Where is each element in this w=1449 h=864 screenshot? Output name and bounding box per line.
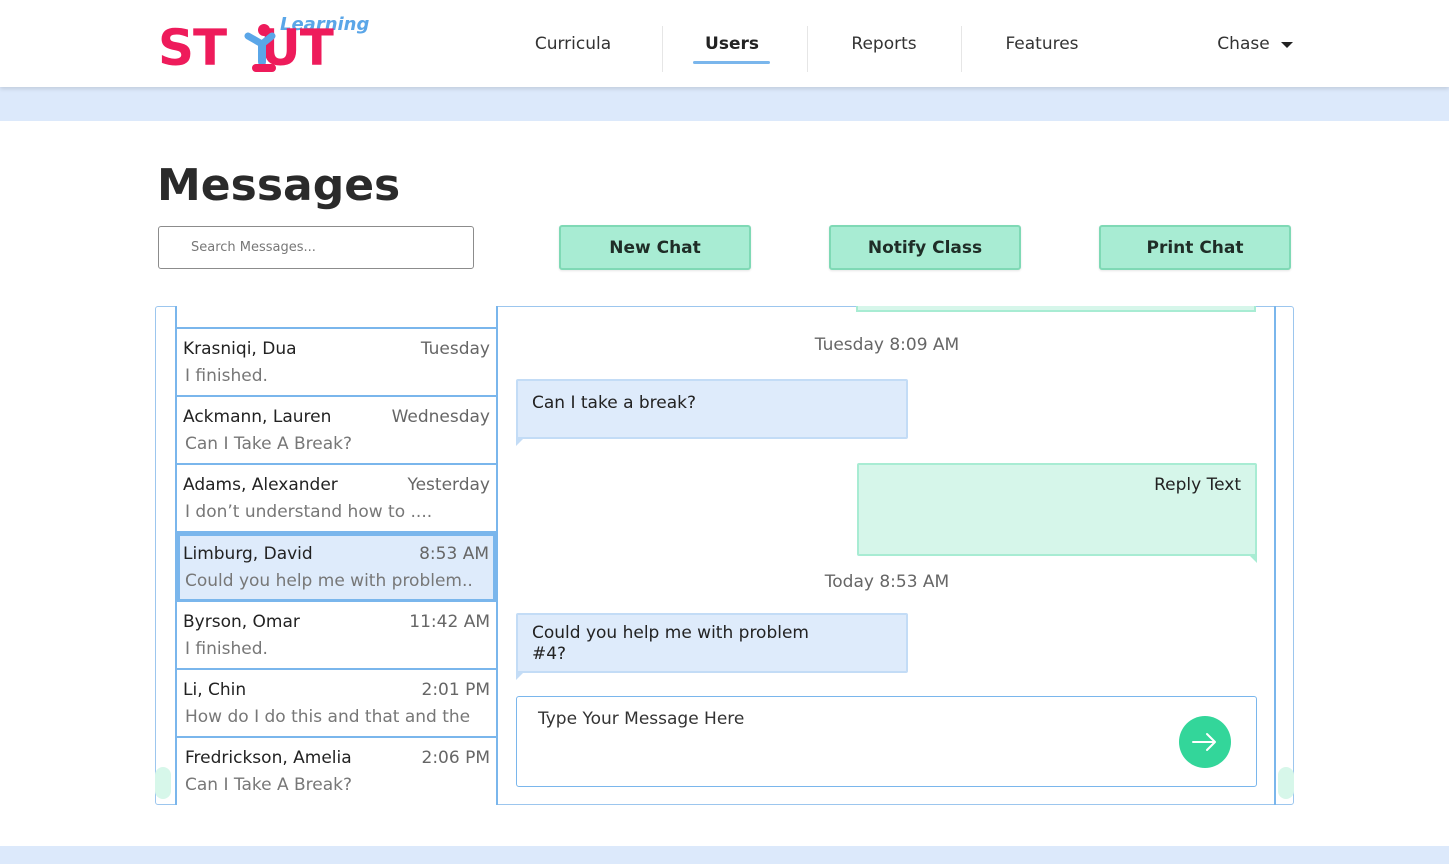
notify-class-button[interactable]: Notify Class — [829, 225, 1021, 270]
brand-logo[interactable]: Learning ST UT — [158, 14, 369, 76]
conversation-item-adams[interactable]: Adams, Alexander Yesterday I don’t under… — [177, 465, 496, 533]
conversation-item-byrson[interactable]: Byrson, Omar 11:42 AM I finished. — [177, 602, 496, 670]
thread-timestamp: Today 8:53 AM — [824, 572, 950, 592]
conversation-item-limburg[interactable]: Limburg, David 8:53 AM Could you help me… — [177, 533, 496, 602]
conversation-name: Limburg, David — [183, 544, 313, 564]
footer-band — [0, 846, 1449, 864]
search-input[interactable] — [158, 226, 474, 269]
nav-divider — [662, 26, 663, 72]
conversation-preview: I finished. — [185, 366, 268, 386]
conversation-preview: How do I do this and that and the — [185, 707, 471, 727]
conversation-name: Krasniqi, Dua — [183, 339, 297, 359]
message-text: #4? — [532, 644, 567, 664]
message-text: Reply Text — [1154, 475, 1241, 495]
message-text: Could you help me with problem — [532, 623, 809, 643]
conversation-list[interactable]: Krasniqi, Dua Tuesday I finished. Ackman… — [175, 306, 498, 805]
conversation-time: Yesterday — [407, 475, 490, 495]
thread-timestamp: Tuesday 8:09 AM — [814, 335, 960, 355]
outgoing-bubble-partial — [856, 306, 1256, 312]
send-button[interactable] — [1179, 716, 1231, 768]
conversation-preview: I finished. — [185, 639, 268, 659]
conversation-name: Adams, Alexander — [183, 475, 338, 495]
conversation-name: Fredrickson, Amelia — [185, 748, 352, 768]
new-chat-button[interactable]: New Chat — [559, 225, 751, 270]
arrow-right-icon — [1192, 733, 1216, 751]
conversation-time: Tuesday — [420, 339, 490, 359]
nav-features[interactable]: Features — [990, 0, 1094, 87]
conversation-name: Byrson, Omar — [183, 612, 300, 632]
message-text: Can I take a break? — [532, 393, 697, 413]
conversation-preview: Can I Take A Break? — [185, 775, 353, 795]
nav-users[interactable]: Users — [688, 0, 776, 87]
conversation-time: 8:53 AM — [419, 544, 489, 564]
list-item-partial — [177, 306, 496, 329]
conversation-time: 2:06 PM — [421, 748, 491, 768]
conversation-time: 2:01 PM — [421, 680, 491, 700]
conversation-item-krasniqi[interactable]: Krasniqi, Dua Tuesday I finished. — [177, 329, 496, 397]
nav-divider — [807, 26, 808, 72]
nav-reports[interactable]: Reports — [836, 0, 932, 87]
print-chat-button[interactable]: Print Chat — [1099, 225, 1291, 270]
nav-features-label: Features — [1005, 33, 1079, 54]
message-thread[interactable]: Tuesday 8:09 AM Can I take a break? Repl… — [498, 306, 1276, 805]
thread-scrollbar-thumb[interactable] — [1278, 767, 1294, 799]
user-menu-label: Chase — [1217, 33, 1270, 54]
logo-figure-icon — [244, 24, 276, 72]
nav-reports-label: Reports — [851, 33, 917, 54]
nav-curricula-label: Curricula — [534, 33, 612, 54]
conversation-time: Wednesday — [391, 407, 490, 427]
conversation-preview: Can I Take A Break? — [185, 434, 353, 454]
conversation-item-ackmann[interactable]: Ackmann, Lauren Wednesday Can I Take A B… — [177, 397, 496, 465]
message-composer[interactable]: Type Your Message Here — [516, 696, 1257, 787]
outgoing-message-bubble: Reply Text — [857, 463, 1257, 563]
conversation-name: Li, Chin — [183, 680, 247, 700]
page-title: Messages — [157, 160, 401, 211]
conversation-time: 11:42 AM — [409, 612, 490, 632]
list-scrollbar-thumb[interactable] — [155, 767, 171, 799]
top-navbar: Learning ST UT Curricula Users Reports Fe… — [0, 0, 1449, 87]
conversation-item-li[interactable]: Li, Chin 2:01 PM How do I do this and th… — [177, 670, 496, 738]
nav-users-label: Users — [705, 33, 759, 54]
user-menu[interactable]: Chase — [1205, 0, 1305, 87]
nav-curricula[interactable]: Curricula — [520, 0, 626, 87]
conversation-preview: Could you help me with problem.. — [185, 571, 473, 591]
header-band — [0, 87, 1449, 121]
conversation-preview: I don’t understand how to .... — [185, 502, 433, 522]
message-input[interactable]: Type Your Message Here — [538, 709, 744, 729]
nav-active-indicator — [693, 61, 770, 64]
caret-down-icon — [1280, 41, 1293, 48]
incoming-message-bubble: Could you help me with problem #4? — [516, 613, 908, 680]
nav-divider — [961, 26, 962, 72]
incoming-message-bubble: Can I take a break? — [516, 379, 908, 446]
conversation-name: Ackmann, Lauren — [183, 407, 332, 427]
conversation-item-fredrickson[interactable]: Fredrickson, Amelia 2:06 PM Can I Take A… — [177, 738, 496, 805]
